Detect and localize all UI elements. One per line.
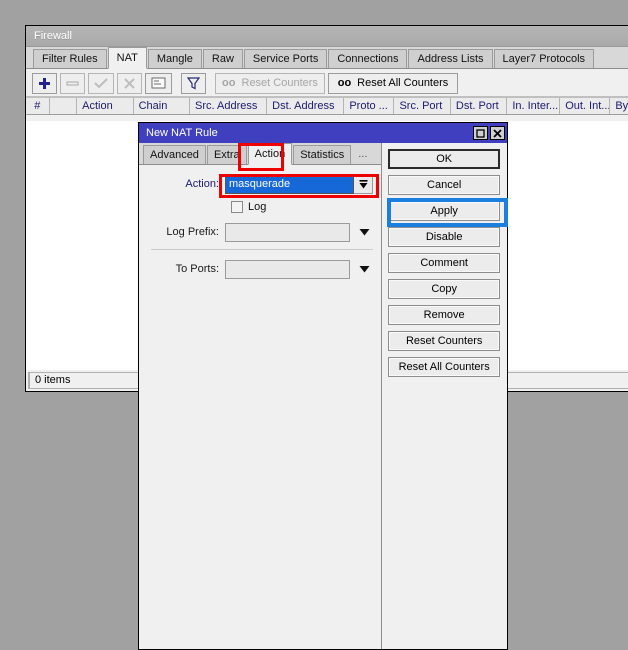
column-header-dst-port[interactable]: Dst. Port <box>451 98 507 114</box>
disable-button[interactable]: Disable <box>388 227 500 247</box>
column-header-in-inter[interactable]: In. Inter... <box>507 98 560 114</box>
nat-dialog-left-pane: AdvancedExtraActionStatistics... Action:… <box>139 143 382 649</box>
column-header-action[interactable]: Action <box>77 98 133 114</box>
firewall-tab-nat[interactable]: NAT <box>108 47 147 69</box>
column-header-src-address[interactable]: Src. Address <box>190 98 267 114</box>
log-label: Log <box>248 201 266 213</box>
firewall-tab-layer7-protocols[interactable]: Layer7 Protocols <box>494 49 595 68</box>
reset-all-counters-button[interactable]: Reset All Counters <box>388 357 500 377</box>
counter-glyph: oo <box>222 77 235 89</box>
log-row: Log <box>147 201 373 213</box>
firewall-toolbar: oo Reset Counters oo Reset All Counters <box>26 69 628 97</box>
nat-action-form: Action: masquerade Log <box>139 165 381 649</box>
nat-tab-extra[interactable]: Extra <box>207 145 247 164</box>
firewall-tab-service-ports[interactable]: Service Ports <box>244 49 327 68</box>
action-label: Action: <box>147 178 225 190</box>
close-icon <box>493 129 502 138</box>
action-input[interactable]: masquerade <box>225 175 354 194</box>
log-prefix-row: Log Prefix: <box>147 222 373 242</box>
firewall-window-title: Firewall <box>34 30 72 42</box>
firewall-tab-connections[interactable]: Connections <box>328 49 407 68</box>
nat-dialog-title: New NAT Rule <box>146 127 218 139</box>
reset-counters-button[interactable]: oo Reset Counters <box>215 73 325 94</box>
ok-button[interactable]: OK <box>388 149 500 169</box>
firewall-titlebar[interactable]: Firewall <box>26 26 628 47</box>
nat-dialog-tabstrip: AdvancedExtraActionStatistics... <box>139 143 381 165</box>
comment-button[interactable]: Comment <box>388 253 500 273</box>
log-prefix-label: Log Prefix: <box>147 226 225 238</box>
nat-tab-advanced[interactable]: Advanced <box>143 145 206 164</box>
counter-glyph-all: oo <box>338 77 351 89</box>
reset-all-counters-label: Reset All Counters <box>357 77 448 89</box>
to-ports-row: To Ports: <box>147 259 373 279</box>
firewall-tab-raw[interactable]: Raw <box>203 49 243 68</box>
nat-tab-action[interactable]: Action <box>248 143 293 165</box>
triangle-down-icon <box>359 228 370 236</box>
to-ports-dropdown-button[interactable] <box>355 260 373 279</box>
chevron-down-bar-icon <box>358 179 369 190</box>
firewall-tabstrip: Filter RulesNATMangleRawService PortsCon… <box>26 47 628 69</box>
filter-icon <box>187 77 200 90</box>
nat-tab-statistics[interactable]: Statistics <box>293 145 351 164</box>
firewall-tab-mangle[interactable]: Mangle <box>148 49 202 68</box>
triangle-down-icon <box>359 265 370 273</box>
check-icon <box>94 77 108 90</box>
rule-table-header: # ActionChainSrc. AddressDst. AddressProt… <box>26 97 628 115</box>
column-header-[interactable]: # <box>26 98 50 114</box>
apply-button[interactable]: Apply <box>388 201 500 221</box>
form-divider <box>151 249 373 250</box>
reset-counters-label: Reset Counters <box>242 77 318 89</box>
maximize-button[interactable] <box>473 126 488 140</box>
column-header-chain[interactable]: Chain <box>134 98 190 114</box>
enable-rule-button[interactable] <box>88 73 114 94</box>
remove-button[interactable]: Remove <box>388 305 500 325</box>
plus-icon <box>38 77 51 90</box>
column-header-flags[interactable] <box>50 98 78 114</box>
log-prefix-input[interactable] <box>225 223 350 242</box>
column-header-out-int[interactable]: Out. Int... <box>560 98 610 114</box>
log-checkbox[interactable] <box>231 201 243 213</box>
filter-button[interactable] <box>181 73 206 94</box>
copy-button[interactable]: Copy <box>388 279 500 299</box>
firewall-tab-filter-rules[interactable]: Filter Rules <box>33 49 107 68</box>
reset-counters-button[interactable]: Reset Counters <box>388 331 500 351</box>
comment-button[interactable] <box>145 73 172 94</box>
disable-rule-button[interactable] <box>117 73 142 94</box>
log-prefix-dropdown-button[interactable] <box>355 223 373 242</box>
column-header-src-port[interactable]: Src. Port <box>394 98 450 114</box>
add-rule-button[interactable] <box>32 73 57 94</box>
remove-rule-button[interactable] <box>60 73 85 94</box>
to-ports-label: To Ports: <box>147 263 225 275</box>
column-header-proto[interactable]: Proto ... <box>344 98 394 114</box>
close-button[interactable] <box>490 126 505 140</box>
column-header-dst-address[interactable]: Dst. Address <box>267 98 344 114</box>
reset-all-counters-button[interactable]: oo Reset All Counters <box>328 73 458 94</box>
nat-dialog-button-column: OK Cancel Apply Disable Comment Copy Remove Res… <box>382 143 507 649</box>
action-dropdown-button[interactable] <box>354 175 373 194</box>
minus-icon <box>66 77 79 90</box>
item-count-label: 0 items <box>35 374 70 386</box>
cancel-button[interactable]: Cancel <box>388 175 500 195</box>
action-row: Action: masquerade <box>147 174 373 194</box>
comment-icon <box>151 77 166 89</box>
maximize-icon <box>476 129 485 138</box>
column-header-bytes[interactable]: Bytes <box>610 98 628 114</box>
firewall-tab-address-lists[interactable]: Address Lists <box>408 49 492 68</box>
cross-icon <box>123 77 136 90</box>
nat-tab-[interactable]: ... <box>352 145 373 164</box>
new-nat-rule-dialog: New NAT Rule AdvancedExtraActionStatisti… <box>138 122 508 650</box>
nat-dialog-titlebar[interactable]: New NAT Rule <box>139 123 507 143</box>
to-ports-input[interactable] <box>225 260 350 279</box>
